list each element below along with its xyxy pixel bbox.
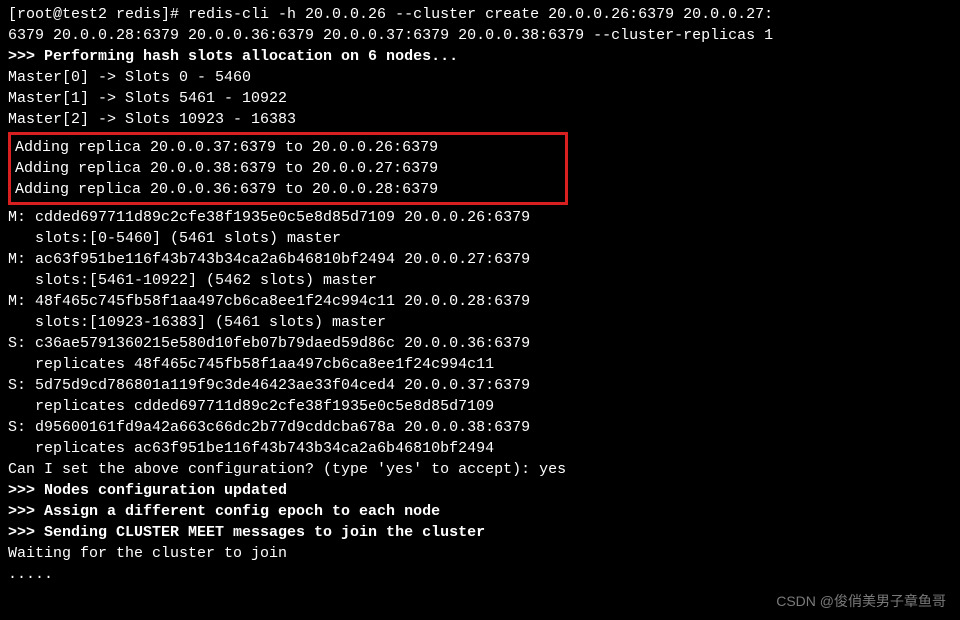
terminal-waiting: Waiting for the cluster to join (8, 543, 952, 564)
terminal-replica1: Adding replica 20.0.0.37:6379 to 20.0.0.… (15, 137, 561, 158)
terminal-s3: S: d95600161fd9a42a663c66dc2b77d9cddcba6… (8, 417, 952, 438)
terminal-m1: M: cdded697711d89c2cfe38f1935e0c5e8d85d7… (8, 207, 952, 228)
terminal-performing-header: >>> Performing hash slots allocation on … (8, 46, 952, 67)
terminal-confirm-prompt[interactable]: Can I set the above configuration? (type… (8, 459, 952, 480)
terminal-s3-rep: replicates ac63f951be116f43b743b34ca2a6b… (8, 438, 952, 459)
terminal-master0: Master[0] -> Slots 0 - 5460 (8, 67, 952, 88)
terminal-s1-rep: replicates 48f465c745fb58f1aa497cb6ca8ee… (8, 354, 952, 375)
terminal-m3-slots: slots:[10923-16383] (5461 slots) master (8, 312, 952, 333)
replica-highlight-box: Adding replica 20.0.0.37:6379 to 20.0.0.… (8, 132, 568, 205)
terminal-command-line: [root@test2 redis]# redis-cli -h 20.0.0.… (8, 4, 952, 25)
terminal-s1: S: c36ae5791360215e580d10feb07b79daed59d… (8, 333, 952, 354)
csdn-watermark: CSDN @俊俏美男子章鱼哥 (776, 592, 946, 612)
terminal-s2-rep: replicates cdded697711d89c2cfe38f1935e0c… (8, 396, 952, 417)
terminal-assign: >>> Assign a different config epoch to e… (8, 501, 952, 522)
terminal-command-continuation: 6379 20.0.0.28:6379 20.0.0.36:6379 20.0.… (8, 25, 952, 46)
terminal-dots: ..... (8, 564, 952, 585)
terminal-replica3: Adding replica 20.0.0.36:6379 to 20.0.0.… (15, 179, 561, 200)
terminal-s2: S: 5d75d9cd786801a119f9c3de46423ae33f04c… (8, 375, 952, 396)
terminal-sending: >>> Sending CLUSTER MEET messages to joi… (8, 522, 952, 543)
terminal-m3: M: 48f465c745fb58f1aa497cb6ca8ee1f24c994… (8, 291, 952, 312)
terminal-m2: M: ac63f951be116f43b743b34ca2a6b46810bf2… (8, 249, 952, 270)
terminal-updated: >>> Nodes configuration updated (8, 480, 952, 501)
terminal-m1-slots: slots:[0-5460] (5461 slots) master (8, 228, 952, 249)
terminal-m2-slots: slots:[5461-10922] (5462 slots) master (8, 270, 952, 291)
terminal-replica2: Adding replica 20.0.0.38:6379 to 20.0.0.… (15, 158, 561, 179)
terminal-master1: Master[1] -> Slots 5461 - 10922 (8, 88, 952, 109)
terminal-master2: Master[2] -> Slots 10923 - 16383 (8, 109, 952, 130)
